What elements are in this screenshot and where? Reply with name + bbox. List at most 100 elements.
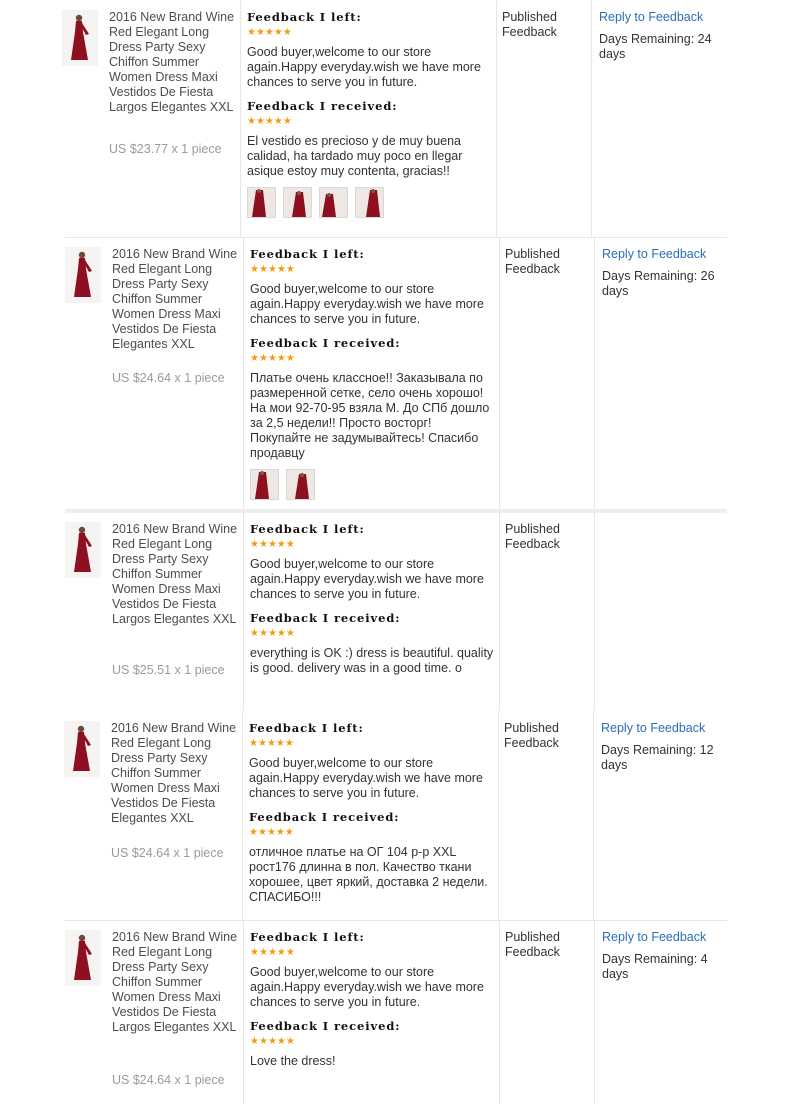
star-icon: ★ bbox=[258, 264, 268, 275]
rating-stars-received: ★★★★★ bbox=[250, 627, 495, 641]
feedback-left-text: Good buyer,welcome to our store again.Ha… bbox=[249, 756, 483, 800]
rating-stars-received: ★★★★★ bbox=[250, 1035, 495, 1049]
feedback-row: 2016 New Brand Wine Red Elegant Long Dre… bbox=[65, 920, 727, 1104]
product-price: US $24.64 x 1 piece bbox=[112, 1073, 225, 1087]
column-divider bbox=[499, 920, 500, 1104]
star-icon: ★ bbox=[250, 628, 259, 639]
star-icon: ★ bbox=[285, 264, 295, 275]
rating-stars-left: ★★★★★ bbox=[250, 946, 495, 960]
product-title[interactable]: 2016 New Brand Wine Red Elegant Long Dre… bbox=[109, 10, 244, 115]
star-icon: ★ bbox=[266, 738, 276, 749]
reply-block: Reply to Feedback Days Remaining: 4 days bbox=[602, 930, 722, 982]
star-icon: ★ bbox=[250, 1036, 259, 1047]
product-title[interactable]: 2016 New Brand Wine Red Elegant Long Dre… bbox=[111, 721, 246, 826]
feedback-left-label: Feedback I left: bbox=[250, 247, 365, 261]
feedback-status: Published Feedback bbox=[505, 930, 560, 959]
reply-block: Reply to Feedback Days Remaining: 12 days bbox=[601, 721, 721, 773]
reply-block: Reply to Feedback Days Remaining: 26 days bbox=[602, 247, 722, 299]
star-icon: ★ bbox=[282, 27, 292, 38]
product-price: US $25.51 x 1 piece bbox=[112, 663, 225, 677]
row-divider bbox=[65, 237, 727, 238]
product-title[interactable]: 2016 New Brand Wine Red Elegant Long Dre… bbox=[112, 522, 247, 627]
star-icon: ★ bbox=[267, 264, 277, 275]
star-icon: ★ bbox=[258, 947, 268, 958]
buyer-photo-thumbnail[interactable] bbox=[247, 187, 276, 218]
rating-stars-received: ★★★★★ bbox=[247, 115, 492, 129]
product-title[interactable]: 2016 New Brand Wine Red Elegant Long Dre… bbox=[112, 247, 247, 352]
column-divider bbox=[499, 237, 500, 512]
product-thumbnail-icon[interactable] bbox=[62, 10, 98, 66]
buyer-photo-thumbnail[interactable] bbox=[319, 187, 348, 218]
star-icon: ★ bbox=[276, 628, 286, 639]
reply-to-feedback-link[interactable]: Reply to Feedback bbox=[602, 247, 722, 262]
feedback-received-label: Feedback I received: bbox=[250, 1019, 401, 1033]
feedback-received-text: Love the dress! bbox=[250, 1054, 336, 1068]
feedback-row: 2016 New Brand Wine Red Elegant Long Dre… bbox=[65, 509, 727, 711]
reply-block: Reply to Feedback Days Remaining: 24 days bbox=[599, 10, 719, 62]
star-icon: ★ bbox=[285, 947, 295, 958]
product-price: US $24.64 x 1 piece bbox=[112, 371, 225, 385]
product-price: US $24.64 x 1 piece bbox=[111, 846, 224, 860]
column-divider bbox=[591, 0, 592, 237]
buyer-photo-thumbnail[interactable] bbox=[250, 469, 279, 500]
star-icon: ★ bbox=[249, 827, 258, 838]
feedback-row: 2016 New Brand Wine Red Elegant Long Dre… bbox=[65, 237, 727, 512]
feedback-received-label: Feedback I received: bbox=[247, 99, 398, 113]
rating-stars-left: ★★★★★ bbox=[250, 538, 495, 552]
star-icon: ★ bbox=[284, 827, 294, 838]
feedback-block: Feedback I left: ★★★★★ Good buyer,welcome … bbox=[250, 929, 495, 1069]
star-icon: ★ bbox=[276, 947, 286, 958]
column-divider bbox=[594, 237, 595, 512]
star-icon: ★ bbox=[285, 1036, 295, 1047]
feedback-block: Feedback I left: ★★★★★ Good buyer,welcome … bbox=[250, 521, 495, 676]
star-icon: ★ bbox=[257, 738, 267, 749]
buyer-photos bbox=[250, 469, 495, 500]
star-icon: ★ bbox=[276, 539, 286, 550]
star-icon: ★ bbox=[267, 539, 277, 550]
star-icon: ★ bbox=[258, 1036, 268, 1047]
days-remaining: Days Remaining: 26 days bbox=[602, 269, 715, 298]
product-thumbnail-icon[interactable] bbox=[65, 522, 101, 578]
feedback-status: Published Feedback bbox=[505, 247, 560, 276]
column-divider bbox=[594, 920, 595, 1104]
row-divider bbox=[65, 920, 727, 921]
feedback-block: Feedback I left: ★★★★★ Good buyer,welcome … bbox=[249, 720, 494, 905]
reply-to-feedback-link[interactable]: Reply to Feedback bbox=[599, 10, 719, 25]
product-title[interactable]: 2016 New Brand Wine Red Elegant Long Dre… bbox=[112, 930, 247, 1035]
buyer-photo-thumbnail[interactable] bbox=[283, 187, 312, 218]
star-icon: ★ bbox=[275, 827, 285, 838]
feedback-left-label: Feedback I left: bbox=[250, 930, 365, 944]
feedback-block: Feedback I left: ★★★★★ Good buyer,welcome … bbox=[247, 9, 492, 218]
buyer-photo-thumbnail[interactable] bbox=[286, 469, 315, 500]
product-thumbnail-icon[interactable] bbox=[65, 247, 101, 303]
reply-to-feedback-link[interactable]: Reply to Feedback bbox=[602, 930, 722, 945]
star-icon: ★ bbox=[250, 353, 259, 364]
feedback-status: Published Feedback bbox=[505, 522, 560, 551]
feedback-received-label: Feedback I received: bbox=[250, 336, 401, 350]
buyer-photos bbox=[247, 187, 492, 218]
feedback-left-label: Feedback I left: bbox=[247, 10, 362, 24]
product-price: US $23.77 x 1 piece bbox=[109, 142, 222, 156]
reply-to-feedback-link[interactable]: Reply to Feedback bbox=[601, 721, 721, 736]
feedback-left-label: Feedback I left: bbox=[250, 522, 365, 536]
feedback-left-text: Good buyer,welcome to our store again.Ha… bbox=[250, 282, 484, 326]
star-icon: ★ bbox=[247, 116, 256, 127]
star-icon: ★ bbox=[249, 738, 258, 749]
rating-stars-received: ★★★★★ bbox=[250, 352, 495, 366]
product-thumbnail-icon[interactable] bbox=[65, 930, 101, 986]
star-icon: ★ bbox=[255, 116, 265, 127]
row-divider bbox=[65, 509, 727, 513]
feedback-left-text: Good buyer,welcome to our store again.Ha… bbox=[250, 965, 484, 1009]
feedback-received-label: Feedback I received: bbox=[249, 810, 400, 824]
feedback-block: Feedback I left: ★★★★★ Good buyer,welcome … bbox=[250, 246, 495, 500]
feedback-left-label: Feedback I left: bbox=[249, 721, 364, 735]
star-icon: ★ bbox=[284, 738, 294, 749]
product-thumbnail-icon[interactable] bbox=[64, 721, 100, 777]
star-icon: ★ bbox=[258, 539, 268, 550]
buyer-photo-thumbnail[interactable] bbox=[355, 187, 384, 218]
feedback-left-text: Good buyer,welcome to our store again.Ha… bbox=[250, 557, 484, 601]
star-icon: ★ bbox=[275, 738, 285, 749]
feedback-row: 2016 New Brand Wine Red Elegant Long Dre… bbox=[64, 711, 726, 920]
